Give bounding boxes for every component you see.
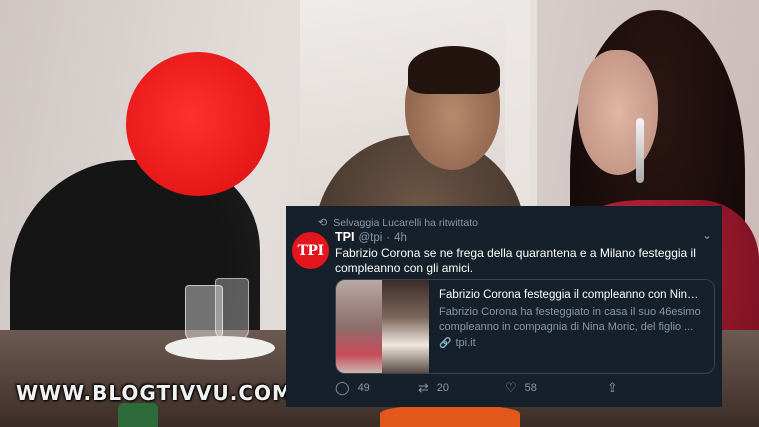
author-name[interactable]: TPI [335,230,354,244]
card-body: Fabrizio Corona festeggia il compleanno … [429,280,714,373]
retweet-button[interactable]: ⇄ 20 [418,380,449,396]
author-handle[interactable]: @tpi [358,232,382,244]
card-thumbnail [336,280,429,373]
avatar[interactable]: TPI [292,232,329,269]
woman-face [578,50,658,175]
link-card[interactable]: Fabrizio Corona festeggia il compleanno … [335,279,715,374]
bottle [118,403,158,427]
earring [636,118,644,183]
reply-button[interactable]: ◯ 49 [335,380,370,396]
card-link: 🔗 tpi.it [439,337,704,349]
like-count: 58 [524,382,537,394]
tweet-time[interactable]: 4h [394,232,407,244]
orange-object [380,405,520,427]
plate [165,336,275,360]
wine-glass [215,278,249,340]
tweet-text: Fabrizio Corona se ne frega della quaran… [335,246,696,275]
tweet-embed[interactable]: ⟲ Selvaggia Lucarelli ha ritwittato TPI … [286,206,722,407]
thumbnail-photo-right [382,280,429,373]
separator: · [386,232,391,244]
retweet-icon: ⟲ [318,217,328,229]
tweet-header: TPI @tpi · 4h [335,230,407,244]
card-link-text: tpi.it [455,337,476,349]
like-button[interactable]: ♡ 58 [505,380,537,396]
share-icon: ⇪ [606,380,618,395]
reply-icon: ◯ [335,380,350,395]
retweet-count: 20 [436,382,449,394]
censor-circle [126,52,270,196]
reply-count: 49 [357,382,370,394]
retweet-notice[interactable]: ⟲ Selvaggia Lucarelli ha ritwittato [318,216,478,230]
heart-icon: ♡ [504,380,517,395]
card-title: Fabrizio Corona festeggia il compleanno … [439,289,704,301]
watermark: WWW.BLOGTIVVU.COM [16,381,293,405]
card-description: Fabrizio Corona ha festeggiato in casa i… [439,306,701,333]
tweet-actions: ◯ 49 ⇄ 20 ♡ 58 ⇪ [335,380,705,396]
chevron-down-icon[interactable]: ⌄ [702,228,712,242]
thumbnail-photo-left [336,280,382,373]
retweet-icon: ⇄ [417,380,429,395]
retweet-notice-text: Selvaggia Lucarelli ha ritwittato [333,216,478,229]
man-hair [408,46,500,94]
link-icon: 🔗 [439,337,452,349]
share-button[interactable]: ⇪ [607,380,618,396]
avatar-logo-text: TPI [297,242,325,259]
